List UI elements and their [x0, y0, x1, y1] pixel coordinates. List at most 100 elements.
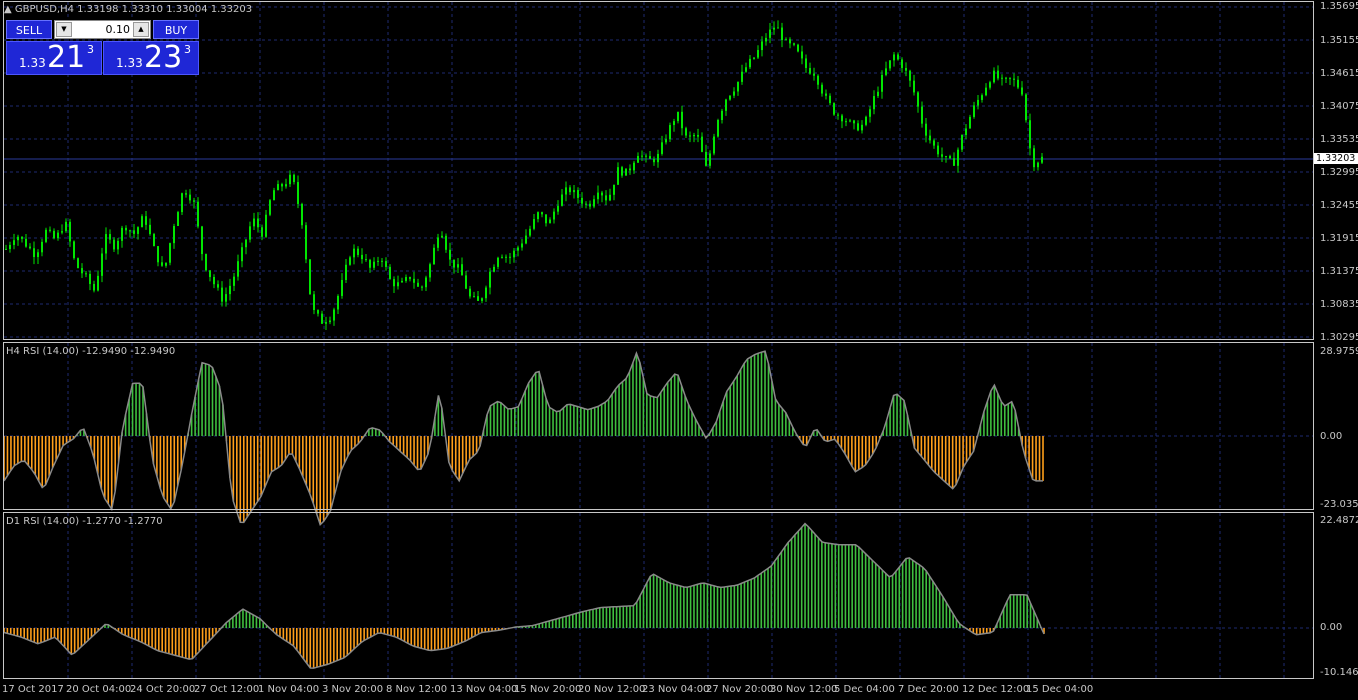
chart-canvas[interactable] — [0, 0, 1358, 700]
candle-body — [105, 234, 107, 254]
candle-body — [117, 240, 119, 250]
candle-body — [41, 241, 43, 253]
lot-decrease-icon[interactable]: ▼ — [56, 22, 72, 37]
candle-body — [245, 239, 247, 248]
candle-body — [737, 81, 739, 92]
candle-body — [33, 248, 35, 258]
candle-body — [981, 95, 983, 100]
candle-body — [225, 294, 227, 302]
candle-body — [753, 57, 755, 59]
candle-body — [613, 184, 615, 195]
buy-button[interactable]: BUY — [153, 20, 199, 39]
candle-body — [1033, 148, 1035, 168]
candle-body — [749, 58, 751, 68]
candle-body — [269, 200, 271, 215]
candle-body — [605, 195, 607, 201]
candle-body — [13, 240, 15, 245]
candle-body — [9, 244, 11, 250]
lot-size-input[interactable]: 0.10 — [75, 21, 131, 38]
price-axis-label: 1.34075 — [1320, 101, 1358, 112]
collapse-triangle-icon[interactable]: ▲ — [4, 4, 12, 15]
buy-quote-button[interactable]: 1.33 23 3 — [103, 40, 199, 75]
sell-quote-button[interactable]: 1.33 21 3 — [6, 40, 102, 75]
candle-body — [901, 59, 903, 69]
candle-body — [833, 103, 835, 115]
candle-body — [109, 234, 111, 240]
candle-body — [929, 135, 931, 141]
candle-body — [925, 123, 927, 136]
lot-size-stepper[interactable]: ▼ 0.10 ▲ — [54, 20, 151, 39]
lot-increase-icon[interactable]: ▲ — [133, 22, 149, 37]
candle-body — [1005, 77, 1007, 79]
candle-body — [285, 184, 287, 187]
candle-body — [341, 280, 343, 296]
candle-body — [229, 285, 231, 295]
candle-body — [797, 44, 799, 52]
candle-body — [513, 250, 515, 258]
price-axis-label: 1.35155 — [1320, 35, 1358, 46]
d1-rsi-title: D1 RSI (14.00) -1.2770 -1.2770 — [6, 516, 163, 527]
candle-body — [145, 216, 147, 225]
candle-body — [233, 276, 235, 286]
candle-body — [897, 54, 899, 60]
candle-body — [449, 249, 451, 260]
candle-body — [1025, 94, 1027, 121]
candle-body — [745, 67, 747, 72]
candle-body — [173, 226, 175, 244]
candle-body — [129, 230, 131, 232]
candle-body — [305, 225, 307, 260]
price-axis-label: 1.32995 — [1320, 167, 1358, 178]
candle-body — [905, 68, 907, 71]
time-axis-label: 20 Oct 04:00 — [66, 684, 132, 695]
candle-body — [769, 29, 771, 38]
symbol-info: GBPUSD,H4 1.33198 1.33310 1.33004 1.3320… — [14, 4, 253, 15]
candle-body — [325, 322, 327, 324]
d1-axis-label: -10.1463 — [1320, 667, 1358, 678]
candle-body — [317, 310, 319, 314]
candle-body — [869, 109, 871, 117]
candle-body — [949, 156, 951, 159]
candle-body — [589, 203, 591, 207]
candle-body — [273, 190, 275, 201]
sell-button[interactable]: SELL — [6, 20, 52, 39]
panel-border — [3, 512, 1314, 679]
candle-body — [533, 219, 535, 229]
candle-body — [237, 261, 239, 277]
candle-body — [889, 60, 891, 69]
candle-body — [597, 192, 599, 200]
candle-body — [61, 231, 63, 233]
candle-body — [921, 106, 923, 124]
candle-body — [837, 114, 839, 116]
candle-body — [189, 194, 191, 201]
candle-body — [141, 216, 143, 228]
candle-body — [53, 230, 55, 239]
candle-body — [821, 84, 823, 94]
candle-body — [197, 201, 199, 227]
candle-body — [861, 124, 863, 131]
candle-body — [1017, 79, 1019, 88]
candle-body — [741, 71, 743, 82]
candle-body — [501, 256, 503, 258]
candle-body — [349, 257, 351, 265]
time-axis-label: 12 Dec 12:00 — [962, 684, 1030, 695]
candle-body — [221, 287, 223, 302]
candle-body — [149, 224, 151, 235]
candle-body — [373, 261, 375, 268]
candle-body — [337, 295, 339, 310]
candle-body — [445, 235, 447, 250]
candle-body — [845, 121, 847, 123]
candle-body — [113, 239, 115, 250]
price-axis-label: 1.32455 — [1320, 200, 1358, 211]
candle-body — [21, 236, 23, 239]
candle-body — [785, 39, 787, 41]
candle-body — [881, 74, 883, 92]
panel-border — [3, 1, 1314, 340]
candle-body — [357, 248, 359, 255]
candle-body — [725, 99, 727, 111]
candle-body — [729, 95, 731, 100]
candle-body — [849, 120, 851, 122]
candle-body — [649, 156, 651, 159]
candle-body — [517, 247, 519, 251]
candle-body — [561, 194, 563, 206]
candle-body — [181, 193, 183, 213]
